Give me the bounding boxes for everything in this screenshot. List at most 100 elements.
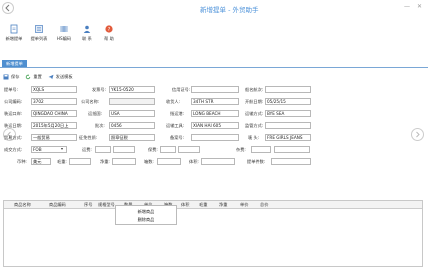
goods-table-header: 商品名称 商品编码 序号 规格型号 数量 单位 箱数 体积 毛重 净重 单价 总…: [4, 201, 422, 209]
destination-port-field[interactable]: LONG BEACH: [191, 110, 239, 117]
toolbar-help[interactable]: ? 帮 助: [95, 24, 123, 42]
record-no-field[interactable]: [191, 134, 239, 141]
toolbar-new-bill[interactable]: 新增提单: [0, 24, 28, 42]
load-port-field[interactable]: QINGDAO CHINA: [31, 110, 77, 117]
record-no-label: 备案号:: [170, 135, 184, 140]
contact-icon: [83, 25, 91, 33]
batch-label: 批次:: [95, 123, 105, 128]
bill-pieces-label: 提单件数:: [247, 159, 266, 164]
vessel-field[interactable]: XIAN HAI 605: [191, 122, 239, 129]
insurance-field[interactable]: [160, 146, 176, 153]
toolbar-bill-list-label: 提单列表: [30, 36, 48, 41]
company-code-label: 公司编码:: [4, 99, 23, 104]
send-icon: [48, 74, 54, 80]
title-bar: 新增提单 - 外贸助手 — ✕: [0, 0, 428, 18]
column-header[interactable]: 商品编码: [49, 202, 66, 208]
currency-label: 币种:: [17, 159, 27, 164]
transport-mode-label: 运输方式:: [245, 111, 264, 116]
batch-field[interactable]: 0456: [109, 122, 155, 129]
bill-pieces-field[interactable]: [271, 158, 311, 165]
next-arrow-button[interactable]: [411, 128, 424, 141]
bill-no-field[interactable]: XQLS: [31, 86, 77, 93]
tab-bar: 新增提单: [0, 60, 428, 68]
currency-field[interactable]: 美元: [31, 158, 51, 165]
shipping-mark-field[interactable]: FRE GIRLS JEANS: [265, 134, 311, 141]
consignee-field[interactable]: 34TH STR: [191, 98, 239, 105]
svg-text:?: ?: [108, 27, 111, 33]
pieces-field[interactable]: [157, 158, 181, 165]
reset-button[interactable]: 重置: [25, 74, 42, 80]
company-name-label: 公司名称:: [81, 99, 100, 104]
column-header[interactable]: 规格型号: [98, 202, 115, 208]
column-header[interactable]: 总价: [260, 202, 268, 208]
back-button[interactable]: [2, 2, 14, 14]
company-code-field[interactable]: 3702: [31, 98, 77, 105]
save-button[interactable]: 保存: [3, 74, 19, 80]
barcode-icon: [60, 26, 68, 32]
chevron-right-icon: [416, 131, 420, 138]
tax-nature-field[interactable]: 照章征税: [109, 134, 155, 141]
new-document-icon: [10, 24, 18, 34]
bill-no-label: 提单号:: [4, 87, 18, 92]
ship-name-field[interactable]: [265, 86, 311, 93]
column-header[interactable]: 单价: [240, 202, 248, 208]
ship-name-label: 船名航次:: [245, 87, 264, 92]
company-name-field[interactable]: [109, 98, 155, 105]
tax-nature-label: 征免性质:: [79, 135, 98, 140]
reset-label: 重置: [33, 74, 42, 79]
credit-no-label: 信用证号:: [172, 87, 191, 92]
misc-fee-field[interactable]: [251, 146, 271, 153]
shipping-mark-label: 唛 头:: [248, 135, 260, 140]
toolbar-bill-list[interactable]: 提单列表: [25, 24, 53, 42]
net-weight-field[interactable]: [112, 158, 136, 165]
freight-label: 运费:: [82, 147, 92, 152]
delete-goods-menu-item[interactable]: 删除商品: [116, 217, 176, 223]
column-header[interactable]: 毛重: [199, 202, 207, 208]
send-template-button[interactable]: 发送模板: [48, 74, 73, 80]
column-header[interactable]: 商品名称: [14, 202, 31, 208]
gross-weight-field[interactable]: [69, 158, 91, 165]
destination-country-label: 运抵国:: [88, 111, 102, 116]
ship-date-field[interactable]: 2015年5月20日上: [31, 122, 77, 129]
column-header[interactable]: 序号: [84, 202, 92, 208]
freight-currency-field[interactable]: [113, 146, 135, 153]
add-goods-menu-item[interactable]: 新增商品: [116, 209, 176, 215]
vessel-label: 运输工具:: [166, 123, 185, 128]
invoice-no-label: 发票号:: [92, 87, 106, 92]
load-port-label: 装运口岸:: [4, 111, 23, 116]
pieces-label: 箱数:: [144, 159, 154, 164]
tab-new-bill[interactable]: 新增提单: [2, 60, 27, 67]
reset-icon: [26, 74, 31, 80]
misc-fee-label: 杂费:: [236, 147, 246, 152]
consignee-label: 收货人:: [166, 99, 180, 104]
minimize-button[interactable]: —: [404, 3, 410, 10]
goods-table[interactable]: 商品名称 商品编码 序号 规格型号 数量 单位 箱数 体积 毛重 净重 单价 总…: [3, 200, 423, 267]
transport-mode-field[interactable]: BYE SEA: [265, 110, 311, 117]
trade-mode-label: 贸易方式:: [4, 135, 23, 140]
volume-field[interactable]: [201, 158, 235, 165]
sailing-date-label: 开航日期:: [245, 99, 264, 104]
credit-no-field[interactable]: [191, 86, 239, 93]
save-label: 保存: [11, 74, 20, 79]
toolbar-help-label: 帮 助: [104, 36, 114, 41]
list-icon: [35, 25, 43, 33]
sailing-date-field[interactable]: 05/25/15: [265, 98, 311, 105]
invoice-no-field[interactable]: YK15-0520: [109, 86, 155, 93]
toolbar-new-bill-label: 新增提单: [5, 36, 23, 41]
misc-currency-field[interactable]: [274, 146, 310, 153]
chevron-down-icon: ▾: [61, 146, 64, 151]
insurance-currency-field[interactable]: [178, 146, 200, 153]
column-header[interactable]: 净重: [219, 202, 227, 208]
ship-date-label: 装运日期:: [4, 123, 23, 128]
column-header[interactable]: 体积: [181, 202, 189, 208]
volume-label: 体积:: [189, 159, 199, 164]
supervision-field[interactable]: [265, 122, 311, 129]
action-bar: 保存 重置 发送模板: [3, 73, 73, 81]
freight-field[interactable]: [95, 146, 111, 153]
close-button[interactable]: ✕: [417, 3, 422, 10]
help-icon: ?: [105, 25, 113, 33]
trade-mode-field[interactable]: 一般贸易: [31, 134, 77, 141]
deal-mode-label: 成交方式:: [4, 147, 23, 152]
destination-country-field[interactable]: USA: [109, 110, 155, 117]
window-title: 新增提单 - 外贸助手: [200, 6, 259, 14]
